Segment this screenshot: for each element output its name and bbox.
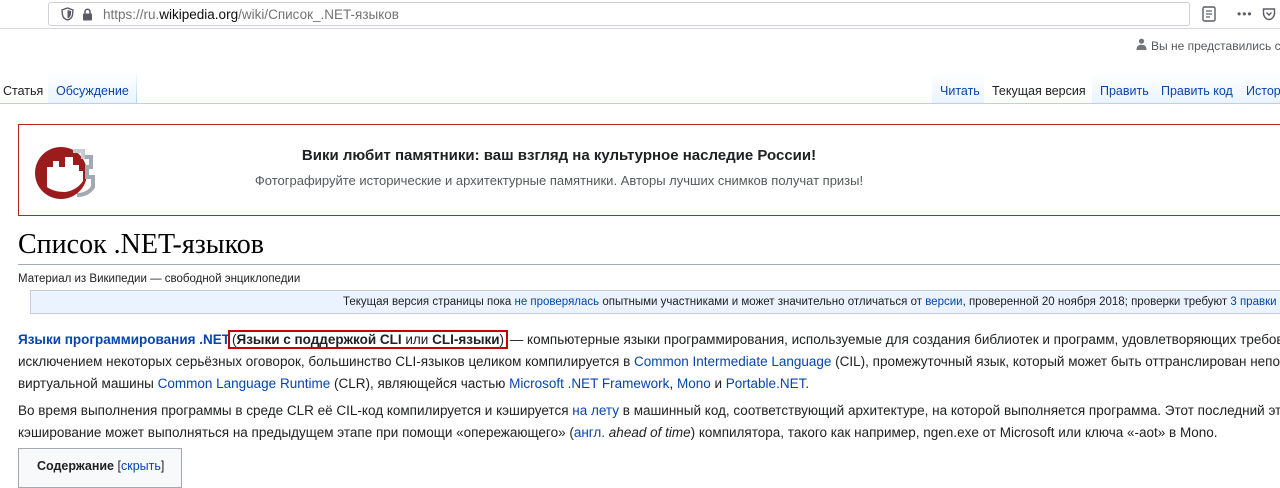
notice-link-unchecked[interactable]: не проверялась [514,296,599,308]
tab-history-label: Истор [1246,84,1280,98]
tab-article[interactable]: Статья [0,72,52,104]
notice-text-1: Текущая версия страницы пока [343,296,515,308]
notice-link-version[interactable]: версии [925,296,962,308]
p2-line2-a: кэширование может выполняться на предыду… [18,425,574,440]
link-net-framework[interactable]: Microsoft .NET Framework [509,376,669,391]
p1-line3-d: и [710,376,726,391]
banner-title[interactable]: Вики любит памятники: ваш взгляд на куль… [19,147,1099,164]
link-cil[interactable]: Common Intermediate Language [634,354,831,369]
page-actions-menu-icon[interactable]: ••• [1237,3,1253,25]
site-subtitle: Материал из Википедии — свободной энцикл… [18,273,301,285]
title-underline [18,264,1280,265]
p2-line1-a: Во время выполнения программы в среде CL… [18,403,573,418]
highlighted-alias-box: (Языки с поддержкой CLI или CLI-языки) [227,330,509,349]
tab-article-label: Статья [3,84,44,98]
lead-link[interactable]: Языки программирования .NET [18,332,230,347]
p2-italic-ahead-of-time: ahead of time [605,425,691,440]
shield-icon[interactable] [59,6,75,22]
site-notice-banner[interactable]: Вики любит памятники: ваш взгляд на куль… [18,124,1280,216]
tab-read-label: Читать [940,84,980,98]
link-english[interactable]: англ. [574,425,605,440]
tabs-divider [0,103,1280,104]
close-paren: ) [499,332,505,347]
user-icon [1136,38,1147,53]
tab-edit-source[interactable]: Править код [1153,72,1241,104]
url-path: /wiki/Список_.NET-языков [238,6,399,22]
tab-read[interactable]: Читать [932,72,988,104]
p1-line2-a: исключением некоторых серьёзных оговорок… [18,354,635,369]
link-mono[interactable]: Mono [677,376,711,391]
tab-edit-label: Править [1100,84,1149,98]
alias-or: или [401,332,433,347]
p1-line1-rest: — компьютерные языки программирования, и… [506,332,1280,347]
link-jit[interactable]: на лету [572,403,619,418]
alias-bold-2: CLI-языки [432,332,500,347]
toc-title-row: Содержание [скрыть] [37,459,164,473]
lock-icon[interactable] [79,6,95,22]
url-host: wikipedia.org [159,6,239,22]
alias-bold-1: Языки с поддержкой CLI [236,332,402,347]
url-prefix: https://ru. [103,6,160,22]
p1-line3-b: (CLR), являющейся частью [330,376,510,391]
pocket-icon[interactable] [1262,3,1276,25]
tab-current-version-label: Текущая версия [992,84,1086,98]
p1-line3-c: , [669,376,677,391]
tab-talk-label: Обсуждение [56,84,129,98]
paragraph-2-line-2: кэширование может выполняться на предыду… [18,422,1217,444]
paragraph-1-line-1: Языки программирования .NET (Языки с подд… [18,329,1280,351]
browser-toolbar: https://ru.wikipedia.org/wiki/Список_.NE… [0,0,1280,29]
p1-line3-e: . [805,376,810,391]
paragraph-2-line-1: Во время выполнения программы в среде CL… [18,400,1280,422]
personal-tools: Вы не представились си [1136,38,1280,53]
p1-line3-a: виртуальной машины [18,376,158,391]
not-logged-in-text: Вы не представились си [1151,38,1280,53]
tab-edit-source-label: Править код [1161,84,1233,98]
link-clr[interactable]: Common Language Runtime [158,376,331,391]
pending-changes-notice: Текущая версия страницы пока не проверял… [30,290,1280,314]
link-portable-net[interactable]: Portable.NET [726,376,806,391]
tab-current-version[interactable]: Текущая версия [984,72,1094,104]
p2-line1-b: в машинный код, соответствующий архитект… [619,403,1280,418]
tab-talk[interactable]: Обсуждение [48,72,137,104]
banner-subtitle: Фотографируйте исторические и архитектур… [254,173,864,188]
table-of-contents: Содержание [скрыть] [18,448,182,488]
paragraph-1-line-3: виртуальной машины Common Language Runti… [18,373,809,395]
p1-line2-b: (CIL), промежуточный язык, который может… [831,354,1280,369]
address-bar[interactable]: https://ru.wikipedia.org/wiki/Список_.NE… [48,2,1190,26]
reader-view-icon[interactable] [1202,3,1216,25]
page-tabs: Статья Обсуждение Читать Текущая версия … [0,72,1280,104]
paragraph-1-line-2: исключением некоторых серьёзных оговорок… [18,351,1280,373]
notice-text-3: , проверенной 20 ноября 2018; проверки т… [962,296,1231,308]
p2-line2-b: ) компилятора, такого как например, ngen… [690,425,1218,440]
toc-hide-link[interactable]: скрыть [121,459,161,473]
tab-history[interactable]: Истор [1238,72,1280,104]
notice-text-2: опытными участниками и может значительно… [599,296,926,308]
toc-toggle[interactable]: [скрыть] [118,459,165,473]
notice-link-edits[interactable]: 3 правки [1230,296,1276,308]
toc-toggle-close: ] [160,459,165,473]
tab-edit[interactable]: Править [1092,72,1157,104]
toc-title: Содержание [37,459,115,473]
url-text[interactable]: https://ru.wikipedia.org/wiki/Список_.NE… [103,7,399,22]
page-title: Список .NET-языков [18,229,265,260]
